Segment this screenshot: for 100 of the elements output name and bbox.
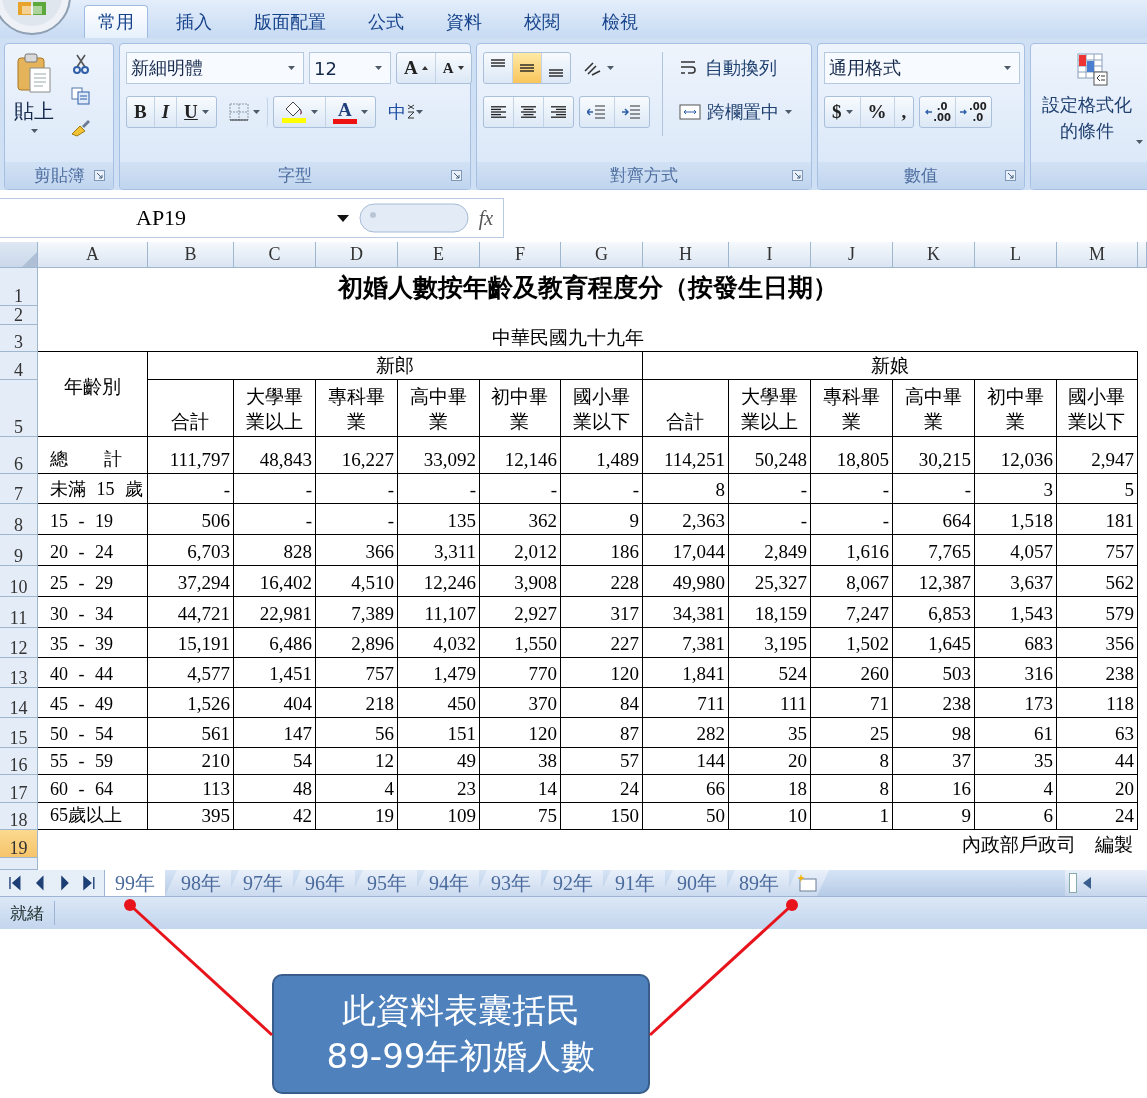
dialog-launcher-icon[interactable]	[1005, 170, 1016, 181]
decimal-button[interactable]: .0 .00	[920, 97, 956, 127]
column-header[interactable]: E	[398, 242, 480, 268]
number-format-field[interactable]: 通用格式	[824, 52, 1020, 84]
font-color-button[interactable]: A	[325, 97, 375, 127]
ribbon-tab[interactable]: 校閱	[510, 5, 574, 38]
status-text: 就緒	[0, 901, 55, 925]
sheet-nav-icon[interactable]	[82, 875, 96, 891]
table-cell: 227	[561, 628, 643, 658]
percent-button[interactable]: %	[860, 97, 895, 127]
font-size-field[interactable]: 12	[309, 52, 391, 84]
row-header[interactable]: 9	[0, 535, 38, 566]
grow-font-button[interactable]: A	[397, 53, 436, 83]
row-header[interactable]: 13	[0, 658, 38, 688]
ribbon-tab[interactable]: 公式	[354, 5, 418, 38]
row-header[interactable]: 3	[0, 325, 38, 352]
column-header[interactable]: K	[893, 242, 975, 268]
phonetic-button[interactable]: 中	[380, 97, 430, 127]
row-header[interactable]: 15	[0, 718, 38, 748]
column-header[interactable]: F	[480, 242, 561, 268]
table-cell: 55 - 59	[38, 748, 148, 775]
row-header[interactable]: 12	[0, 628, 38, 658]
row-header[interactable]: 17	[0, 775, 38, 803]
table-cell: 561	[148, 718, 234, 748]
currency-button[interactable]: $	[825, 97, 861, 127]
merge-center-button[interactable]: 跨欄置中	[675, 96, 796, 128]
column-header[interactable]: I	[729, 242, 811, 268]
table-cell: 44,721	[148, 597, 234, 628]
row-header[interactable]: 16	[0, 748, 38, 775]
table-cell: 35 - 39	[38, 628, 148, 658]
table-cell: -	[893, 474, 975, 504]
table-cell: 186	[561, 535, 643, 566]
dialog-launcher-icon[interactable]	[792, 170, 803, 181]
row-header[interactable]: 2	[0, 306, 38, 325]
left-arrow-icon[interactable]	[1083, 877, 1091, 889]
table-cell: 12,246	[398, 566, 480, 597]
sheet-nav-icon[interactable]	[8, 875, 22, 891]
table-cell: 50 - 54	[38, 718, 148, 748]
dialog-launcher-icon[interactable]	[94, 170, 105, 181]
row-header[interactable]: 14	[0, 688, 38, 718]
row-header[interactable]: 1	[0, 268, 38, 306]
horizontal-scrollbar[interactable]	[1065, 870, 1147, 896]
row-header[interactable]: 19	[0, 830, 38, 858]
sheet-tab[interactable]: 99年	[105, 870, 165, 896]
underline-button[interactable]: U	[177, 97, 216, 127]
decimal-button[interactable]: .00 .0	[955, 97, 991, 127]
splitter-handle[interactable]	[359, 203, 469, 233]
table-cell: 114,251	[643, 437, 729, 474]
column-header[interactable]: B	[148, 242, 234, 268]
row-header[interactable]: 6	[0, 437, 38, 474]
sheet-tab[interactable]: 98年	[165, 870, 231, 896]
paste-button[interactable]: 貼上	[11, 52, 57, 133]
row-header[interactable]: 7	[0, 474, 38, 504]
row-header[interactable]: 4	[0, 352, 38, 380]
vertical-align-icon	[491, 59, 505, 67]
column-header[interactable]: D	[316, 242, 398, 268]
column-header[interactable]: L	[975, 242, 1057, 268]
wrap-text-button[interactable]: 自動換列	[675, 52, 796, 84]
caret-icon	[1004, 66, 1011, 70]
table-cell: 30,215	[893, 437, 975, 474]
table-cell: 1,518	[975, 504, 1057, 535]
row-header[interactable]: 18	[0, 803, 38, 830]
column-header[interactable]: C	[234, 242, 316, 268]
ribbon-tab[interactable]: 版面配置	[240, 5, 340, 38]
ribbon-tab[interactable]: 插入	[162, 5, 226, 38]
column-header[interactable]: A	[38, 242, 148, 268]
comma-button[interactable]: ,	[894, 97, 914, 127]
column-header[interactable]: M	[1057, 242, 1138, 268]
conditional-formatting-icon	[1076, 52, 1108, 86]
bold-button[interactable]: B	[127, 97, 155, 127]
ribbon-tab[interactable]: 檢視	[588, 5, 652, 38]
italic-button[interactable]: I	[154, 97, 178, 127]
ribbon-tab[interactable]: 資料	[432, 5, 496, 38]
copy-icon[interactable]	[69, 84, 93, 108]
caret-icon	[30, 129, 38, 133]
table-cell: 260	[811, 658, 893, 688]
table-cell: 49,980	[643, 566, 729, 597]
orientation-icon	[583, 59, 603, 77]
column-header[interactable]: G	[561, 242, 643, 268]
table-header: 大學畢業以上	[245, 385, 304, 434]
table-cell: 總 計	[38, 437, 148, 474]
row-header[interactable]: 11	[0, 597, 38, 628]
caret-icon	[201, 110, 209, 114]
table-cell: 8	[811, 775, 893, 803]
shrink-font-button[interactable]: A	[435, 53, 471, 83]
dialog-launcher-icon[interactable]	[451, 170, 462, 181]
column-header[interactable]: H	[643, 242, 729, 268]
vertical-align-button[interactable]	[513, 53, 542, 83]
row-header[interactable]: 5	[0, 380, 38, 437]
office-button[interactable]	[0, 0, 74, 38]
sheet-title: 初婚人數按年齡及教育程度分（按發生日期）	[336, 273, 839, 303]
font-name-field[interactable]: 新細明體	[126, 52, 304, 84]
ribbon-tab[interactable]: 常用	[84, 5, 148, 38]
split-handle[interactable]	[1069, 873, 1077, 893]
conditional-formatting-button[interactable]: 設定格式化的條件	[1037, 52, 1147, 144]
row-header[interactable]: 10	[0, 566, 38, 597]
insert-function-button[interactable]: fx	[469, 206, 503, 230]
row-header[interactable]: 8	[0, 504, 38, 535]
column-header[interactable]: J	[811, 242, 893, 268]
table-cell: 317	[561, 597, 643, 628]
